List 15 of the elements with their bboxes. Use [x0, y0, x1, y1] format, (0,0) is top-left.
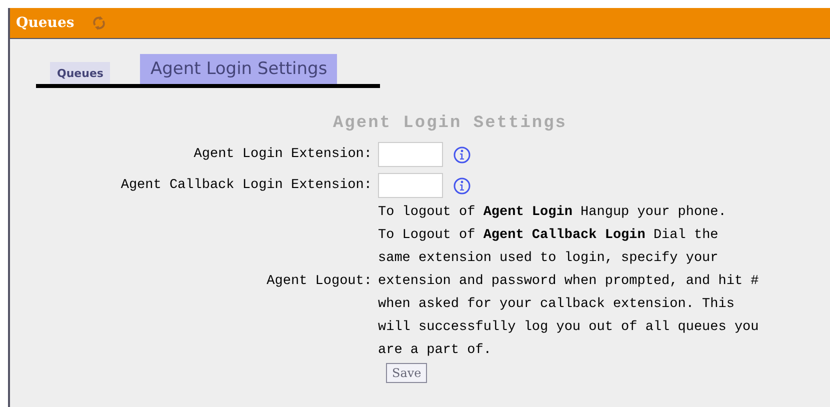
- field-label: Agent Login Extension:: [192, 147, 372, 162]
- save-button[interactable]: Save: [386, 363, 428, 383]
- field-label: Agent Callback Login Extension:: [120, 178, 372, 193]
- tab[interactable]: Agent Login Settings: [140, 54, 338, 84]
- header-title: Queues: [16, 15, 74, 31]
- input-field[interactable]: [378, 173, 443, 198]
- instruction-text: To Logout of Agent Callback Login Dial the same extension used to login, specify your extension and password when prompted, and hit # when asked for your callback extension. This will successfully log you out of all queues you are a part of.: [378, 227, 759, 360]
- form-title: Agent Login Settings: [332, 114, 568, 133]
- info-icon[interactable]: [453, 176, 471, 194]
- field-label: Agent Logout:: [266, 274, 372, 289]
- instruction-text: To logout of Agent Login Hangup your phone.: [378, 204, 728, 222]
- refresh-icon[interactable]: [92, 16, 106, 30]
- input-field[interactable]: [378, 142, 443, 167]
- info-icon[interactable]: [453, 146, 471, 164]
- tab[interactable]: Queues: [50, 62, 110, 84]
